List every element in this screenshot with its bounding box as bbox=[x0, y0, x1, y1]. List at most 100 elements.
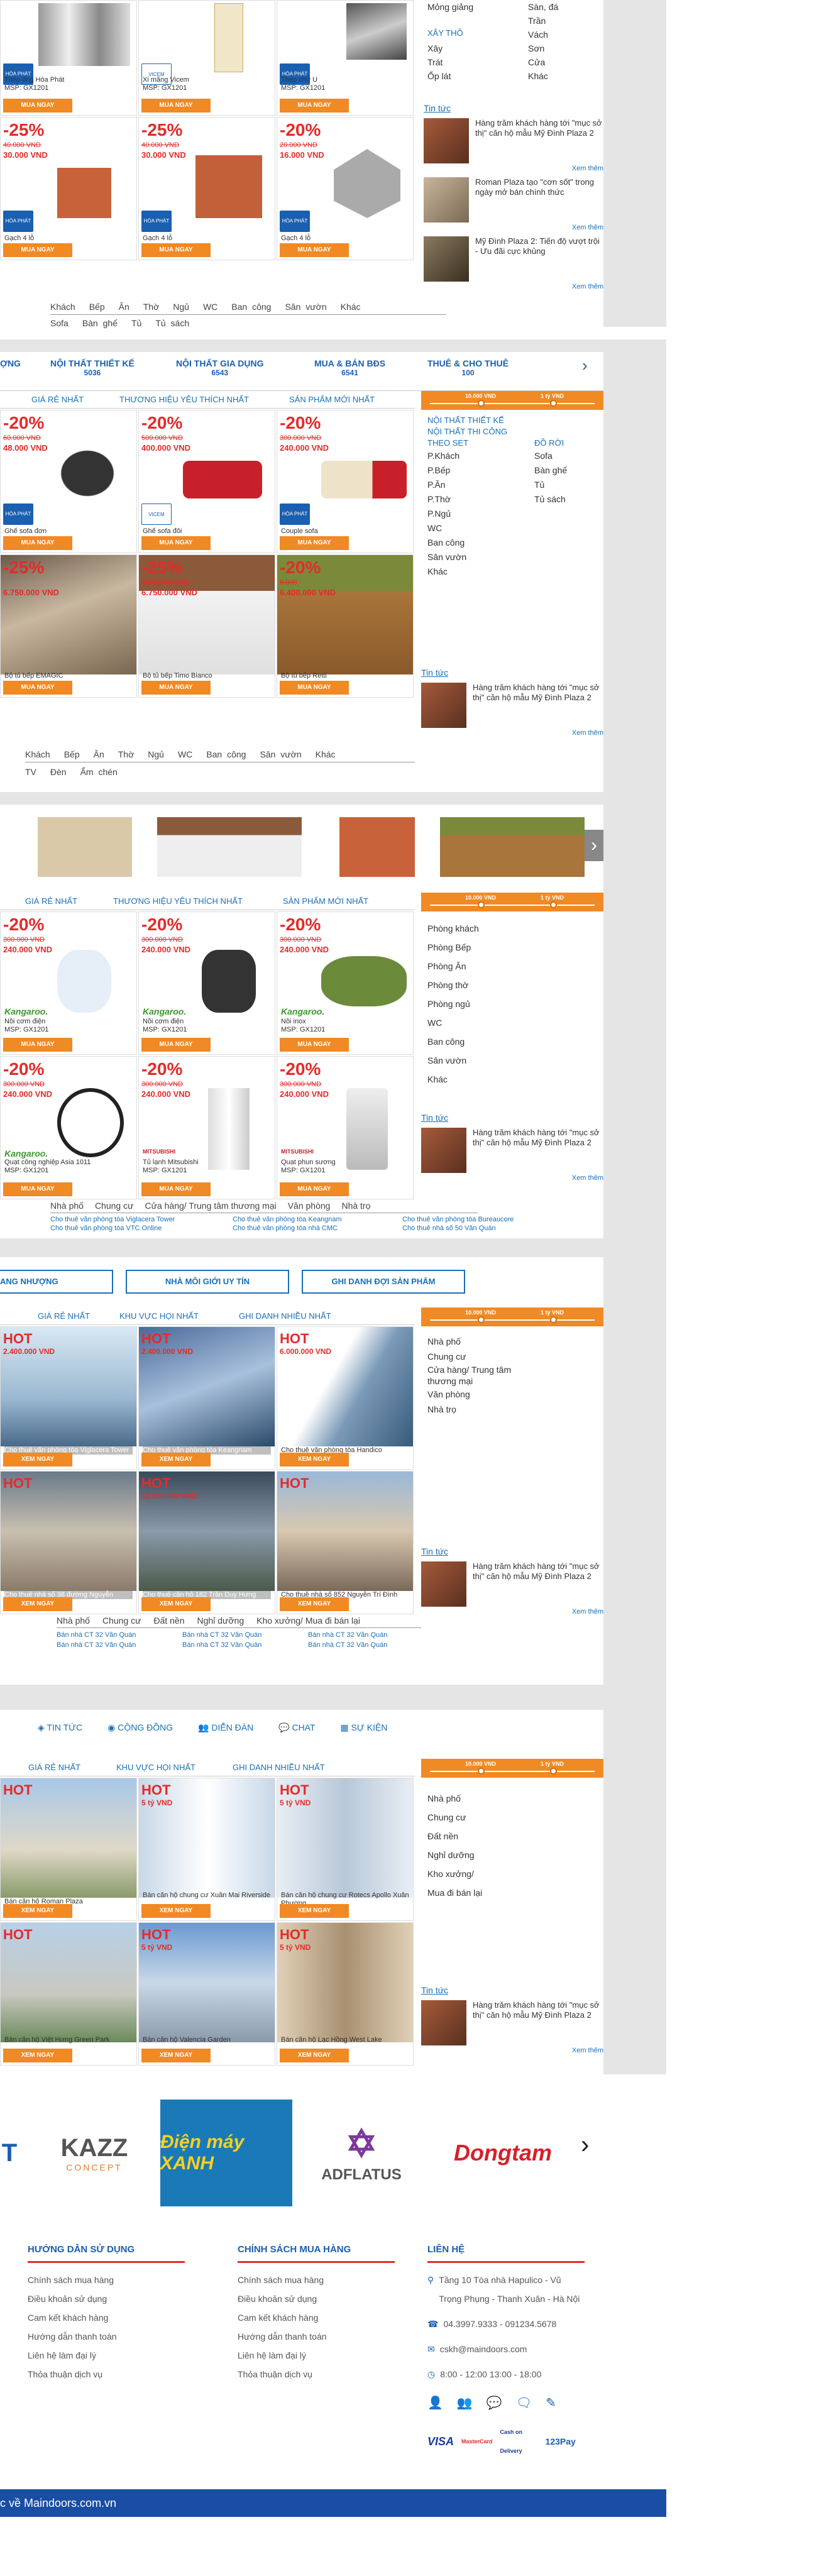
product-card[interactable]: -25% 40.000 VND 30.000 VND HÒA PHÁT Gạch… bbox=[0, 117, 137, 260]
filter-item[interactable]: Khác bbox=[427, 564, 534, 579]
buy-now-button[interactable]: MUA NGAY bbox=[280, 1038, 349, 1052]
listing-link[interactable]: Cho thuê nhà số 50 Văn Quán bbox=[402, 1224, 578, 1233]
type-filter[interactable]: Đất nền bbox=[427, 1827, 597, 1846]
email[interactable]: cskh@maindoors.com bbox=[440, 2340, 527, 2359]
category-link[interactable]: Tủ bbox=[131, 318, 141, 328]
user-icon[interactable]: 👤 bbox=[427, 2394, 443, 2413]
comment-icon[interactable]: 💬 bbox=[487, 2394, 502, 2413]
news-item[interactable]: Hàng trăm khách hàng tới "mục sở thị" că… bbox=[421, 2000, 603, 2045]
type-filter[interactable]: Văn phòng bbox=[427, 1387, 597, 1402]
buy-now-button[interactable]: MUA NGAY bbox=[280, 243, 349, 257]
category-link[interactable]: Ngủ bbox=[173, 302, 189, 312]
view-now-button[interactable]: XEM NGAY bbox=[280, 1453, 349, 1467]
news-text[interactable]: Hàng trăm khách hàng tới "mục sở thị" că… bbox=[475, 118, 603, 163]
news-text[interactable]: Roman Plaza tạo "cơn sốt" trong ngày mở … bbox=[475, 177, 603, 223]
type-filter[interactable]: Nghỉ dưỡng bbox=[427, 1846, 597, 1864]
footer-link[interactable]: Cam kết khách hàng bbox=[28, 2308, 185, 2327]
footer-link[interactable]: Cam kết khách hàng bbox=[238, 2308, 395, 2327]
category-link[interactable]: Ăn bbox=[94, 749, 104, 759]
room-filter[interactable]: Phòng ngủ bbox=[427, 994, 597, 1013]
edit-icon[interactable]: ✎ bbox=[546, 2394, 556, 2413]
buy-now-button[interactable]: MUA NGAY bbox=[3, 243, 72, 257]
view-now-button[interactable]: XEM NGAY bbox=[3, 2049, 72, 2062]
see-more-link[interactable]: Xem thêm bbox=[421, 729, 603, 737]
listing-link[interactable]: Bán nhà CT 32 Văn Quán bbox=[57, 1630, 182, 1640]
buy-now-button[interactable]: MUA NGAY bbox=[141, 99, 211, 113]
brand-logo-dongtam[interactable]: Dongtam bbox=[434, 2100, 572, 2206]
news-title[interactable]: Tin tức bbox=[424, 103, 603, 113]
brand-logo-adflatus[interactable]: ✡ ADFLATUS bbox=[302, 2100, 421, 2206]
product-card[interactable]: HÒA PHÁT Thép chữ U MSP: GX1201 MUA NGAY bbox=[277, 0, 414, 116]
product-card[interactable]: -20% 300.000 VND 240.000 VND Kangaroo. Nồi… bbox=[138, 911, 275, 1055]
chevron-right-icon[interactable]: › bbox=[581, 2131, 589, 2159]
category-link[interactable]: WC bbox=[203, 302, 217, 312]
filter-item[interactable]: Ốp lát bbox=[427, 69, 528, 83]
news-text[interactable]: Hàng trăm khách hàng tới "mục sở thị" că… bbox=[473, 2000, 603, 2045]
slider-handle[interactable] bbox=[550, 901, 557, 908]
type-filter[interactable]: Chung cư bbox=[427, 1349, 597, 1364]
news-item[interactable]: Hàng trăm khách hàng tới "mục sở thị" că… bbox=[421, 683, 603, 728]
view-now-button[interactable]: XEM NGAY bbox=[141, 1904, 211, 1918]
listing-card[interactable]: HOT Cho thuê nhà số 852 Nguyễn Trí Đình … bbox=[277, 1471, 414, 1614]
product-card[interactable]: -25% 40.000 VND 30.000 VND HÒA PHÁT Gạch… bbox=[138, 117, 275, 260]
filter-item[interactable]: Trần bbox=[528, 14, 610, 28]
filter-item[interactable]: Mỏng giảng bbox=[427, 0, 528, 14]
group-icon[interactable]: 👥 bbox=[457, 2394, 473, 2413]
menu-item[interactable]: THUÊ & CHO THUÊ 100 bbox=[427, 358, 509, 377]
product-card[interactable]: -20% 300.000 VND 240.000 VND Kangaroo. Nồi… bbox=[0, 911, 137, 1055]
news-title[interactable]: Tin tức bbox=[421, 668, 603, 678]
listing-card[interactable]: HOT Bán căn hộ Việt Hưng Green Park XEM … bbox=[0, 1922, 137, 2066]
product-card[interactable]: -25% 9.000.000 VND 6.750.000 VND Bộ tủ bếp… bbox=[138, 554, 275, 698]
type-filter[interactable]: Mua đi bán lại bbox=[427, 1883, 597, 1902]
see-more-link[interactable]: Xem thêm bbox=[421, 1174, 603, 1182]
buy-now-button[interactable]: MUA NGAY bbox=[141, 1182, 211, 1196]
tab-newest[interactable]: SẢN PHẨM MỚI NHẤT bbox=[289, 395, 375, 404]
category-link[interactable]: Sofa bbox=[50, 318, 69, 328]
buy-now-button[interactable]: MUA NGAY bbox=[3, 681, 72, 695]
listing-card[interactable]: HOT 5 tỷ VND Bán căn hộ chung cư Xuân Mai… bbox=[138, 1778, 275, 1921]
filter-item[interactable]: Sàn, đá bbox=[528, 0, 610, 14]
slider-handle[interactable] bbox=[550, 1768, 557, 1775]
view-now-button[interactable]: XEM NGAY bbox=[280, 2049, 349, 2062]
category-link[interactable]: Ẩm chén bbox=[80, 767, 118, 777]
footer-link[interactable]: Chính sách mua hàng bbox=[238, 2271, 395, 2289]
news-text[interactable]: Hàng trăm khách hàng tới "mục sở thị" că… bbox=[473, 1128, 603, 1173]
category-link[interactable]: Nhà phố bbox=[57, 1616, 90, 1626]
price-range-slider[interactable]: 10.000 VND 1 tỷ VND bbox=[421, 1759, 603, 1778]
listing-link[interactable]: Bán nhà CT 32 Văn Quán bbox=[57, 1640, 182, 1650]
about-link[interactable]: c về Maindoors.com.vn bbox=[0, 2497, 116, 2509]
footer-link[interactable]: Điều khoản sử dụng bbox=[28, 2289, 185, 2308]
view-now-button[interactable]: XEM NGAY bbox=[141, 1597, 211, 1611]
view-now-button[interactable]: XEM NGAY bbox=[280, 1597, 349, 1611]
listing-card[interactable]: HOT Cho thuê nhà số 38 đường Nguyễn XEM … bbox=[0, 1471, 137, 1614]
listing-link[interactable]: Cho thuê văn phòng tòa nhà CMC bbox=[233, 1224, 402, 1233]
type-filter[interactable]: Nhà phố bbox=[427, 1789, 597, 1808]
category-link[interactable]: Cửa hàng/ Trung tâm thương mại bbox=[145, 1201, 276, 1211]
footer-link[interactable]: Chính sách mua hàng bbox=[28, 2271, 185, 2289]
tab-cheapest[interactable]: GIÁ RẺ NHẤT bbox=[25, 896, 77, 906]
filter-item[interactable]: P.Bếp bbox=[427, 463, 534, 478]
tab-favorite-brand[interactable]: THƯƠNG HIỆU YÊU THÍCH NHẤT bbox=[113, 896, 243, 906]
tab-hot-area[interactable]: KHU VỰC HỌI NHẤT bbox=[119, 1311, 199, 1321]
filter-item[interactable]: P.Ăn bbox=[427, 478, 534, 492]
filter-group-title[interactable]: NỘI THẤT THI CÔNG bbox=[427, 426, 597, 438]
news-text[interactable]: Hàng trăm khách hàng tới "mục sở thị" că… bbox=[473, 683, 603, 728]
product-card[interactable]: -20% 60.000 VND 48.000 VND HÒA PHÁT Ghế so… bbox=[0, 410, 137, 553]
menu-item[interactable]: NỘI THẤT THIẾT KẾ 5036 bbox=[50, 358, 135, 377]
footer-link[interactable]: Điều khoản sử dụng bbox=[238, 2289, 395, 2308]
footer-link[interactable]: Liên hệ làm đại lý bbox=[238, 2346, 395, 2365]
type-filter[interactable]: Nhà trọ bbox=[427, 1402, 597, 1417]
category-link[interactable]: Bếp bbox=[89, 302, 105, 312]
see-more-link[interactable]: Xem thêm bbox=[421, 2047, 603, 2054]
tab-cheapest[interactable]: GIÁ RẺ NHẤT bbox=[28, 1763, 80, 1772]
product-card[interactable]: -20% 300.000 VND 240.000 VND Kangaroo. Quạ… bbox=[0, 1056, 137, 1199]
buy-now-button[interactable]: MUA NGAY bbox=[3, 1182, 72, 1196]
category-link[interactable]: Nghỉ dưỡng bbox=[197, 1616, 245, 1626]
category-link[interactable]: Văn phòng bbox=[288, 1201, 331, 1211]
filter-item[interactable]: Sân vườn bbox=[427, 550, 534, 564]
filter-item[interactable]: Bàn ghế bbox=[534, 463, 610, 478]
category-link[interactable]: Chung cư bbox=[102, 1616, 141, 1626]
buy-now-button[interactable]: MUA NGAY bbox=[280, 681, 349, 695]
see-more-link[interactable]: Xem thêm bbox=[424, 224, 603, 231]
filter-group-title[interactable]: NỘI THẤT THIẾT KẾ bbox=[427, 415, 597, 426]
